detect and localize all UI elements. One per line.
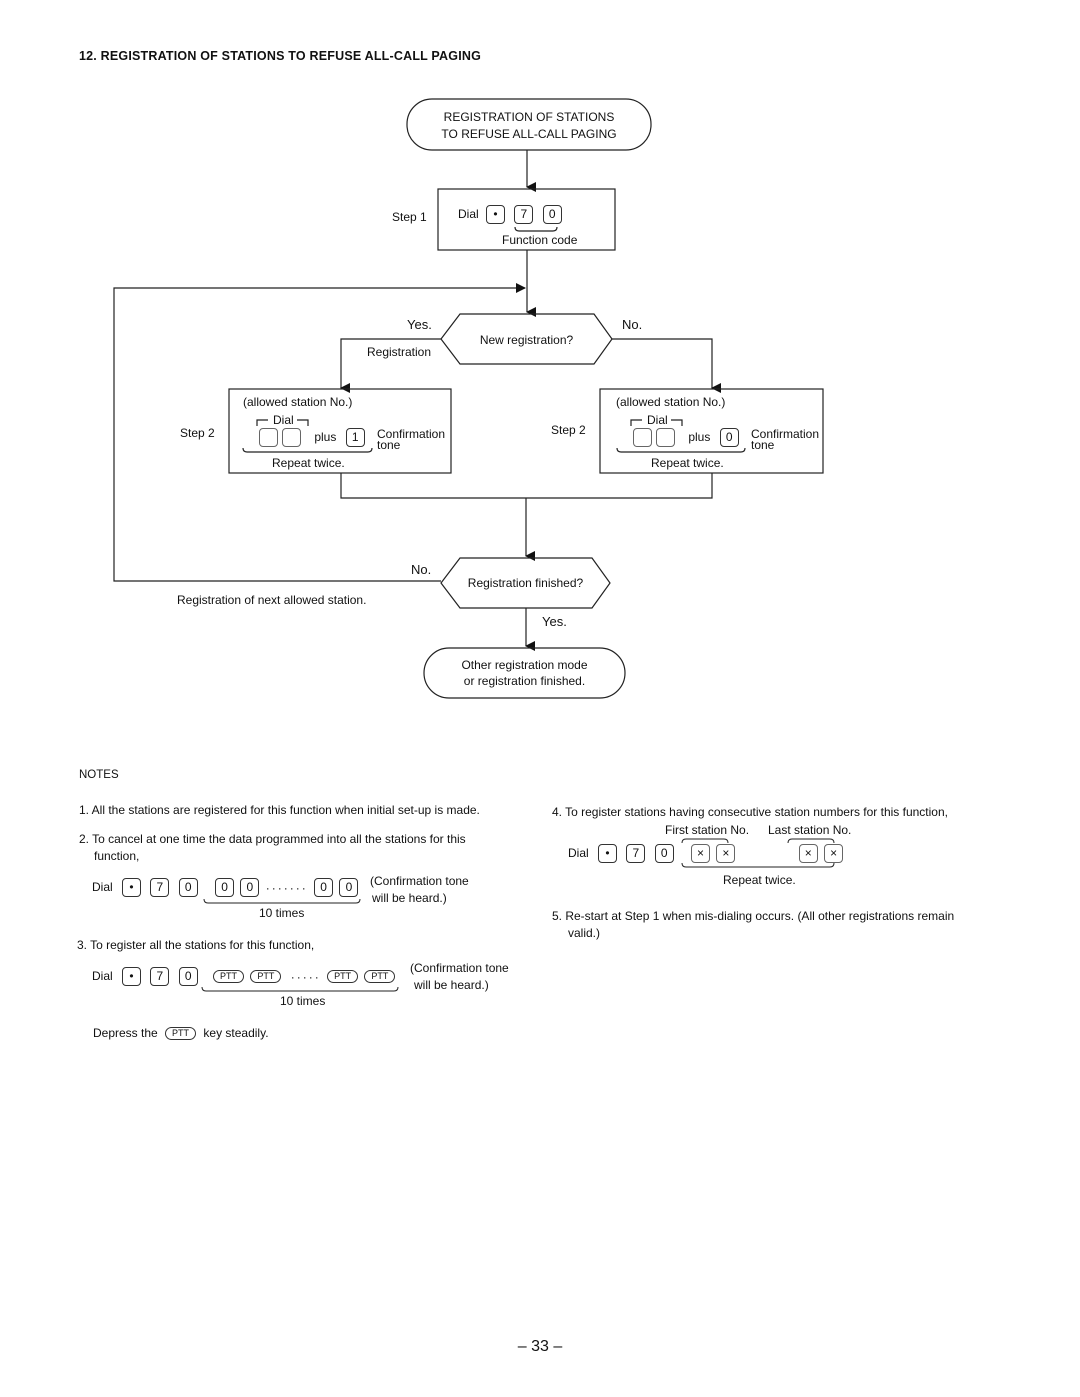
note-3-tone-line1: (Confirmation tone bbox=[410, 961, 509, 975]
key-0: 0 bbox=[314, 878, 334, 897]
station-digit-key: × bbox=[691, 844, 711, 863]
note-1: 1. All the stations are registered for t… bbox=[79, 803, 480, 817]
plus-label: plus bbox=[314, 429, 337, 444]
dial-label: Dial bbox=[92, 879, 113, 894]
blank-key bbox=[259, 428, 278, 447]
key-7: 7 bbox=[514, 205, 534, 224]
key-star: • bbox=[122, 967, 142, 986]
step2-right-label: Step 2 bbox=[551, 423, 586, 437]
note-3: 3. To register all the stations for this… bbox=[77, 938, 315, 952]
start-terminal-line1: REGISTRATION OF STATIONS bbox=[443, 110, 615, 124]
note-3-dial-sequence: Dial • 7 0 PTT PTT ····· PTT PTT bbox=[92, 967, 398, 986]
step1-label: Step 1 bbox=[392, 210, 427, 224]
key-0: 0 bbox=[178, 967, 198, 986]
key-7: 7 bbox=[150, 967, 170, 986]
key-0: 0 bbox=[654, 844, 674, 863]
notes-heading: NOTES bbox=[79, 769, 119, 781]
step2-left-label: Step 2 bbox=[180, 426, 215, 440]
repeat-twice-label: Repeat twice. bbox=[272, 456, 345, 470]
ptt-key: PTT bbox=[213, 970, 245, 983]
ellipsis: ······· bbox=[265, 880, 308, 895]
decision2-no: No. bbox=[411, 562, 432, 577]
depress-text: key steadily. bbox=[203, 1026, 269, 1040]
decision1-no: No. bbox=[622, 317, 643, 332]
step2-left-header: (allowed station No.) bbox=[243, 395, 353, 409]
ptt-key: PTT bbox=[327, 970, 359, 983]
dial-label: Dial bbox=[458, 206, 479, 221]
note-4-last-station: Last station No. bbox=[768, 823, 852, 837]
step1-dial-sequence: Dial • 7 0 bbox=[458, 205, 568, 224]
ellipsis: ····· bbox=[290, 969, 321, 984]
blank-key bbox=[656, 428, 675, 447]
registration-branch-label: Registration bbox=[367, 345, 432, 359]
step2-right-dial: Dial bbox=[647, 413, 668, 427]
note-4: 4. To register stations having consecuti… bbox=[552, 805, 948, 819]
key-7: 7 bbox=[626, 844, 646, 863]
confirmation-tone-line2: tone bbox=[751, 438, 775, 452]
end-terminal-line1: Other registration mode bbox=[461, 658, 588, 672]
step2-left-dial: Dial bbox=[273, 413, 294, 427]
decision1-yes: Yes. bbox=[407, 317, 432, 332]
dial-label: Dial bbox=[92, 968, 113, 983]
key-0: 0 bbox=[542, 205, 562, 224]
note-2-tone-line2: will be heard.) bbox=[372, 891, 447, 905]
key-star: • bbox=[122, 878, 142, 897]
note-2-times: 10 times bbox=[259, 906, 305, 920]
key-7: 7 bbox=[150, 878, 170, 897]
page-number: – 33 – bbox=[517, 1338, 563, 1355]
decision1-text: New registration? bbox=[479, 333, 574, 347]
station-digit-key: × bbox=[798, 844, 818, 863]
function-code-caption: Function code bbox=[502, 233, 578, 247]
key-0: 0 bbox=[240, 878, 260, 897]
note-5-line1: 5. Re-start at Step 1 when mis-dialing o… bbox=[552, 909, 955, 923]
key-0: 0 bbox=[719, 428, 739, 447]
station-digit-key: × bbox=[716, 844, 736, 863]
note-2-line1: 2. To cancel at one time the data progra… bbox=[79, 832, 466, 846]
dial-label: Dial bbox=[568, 845, 589, 860]
plus-label: plus bbox=[688, 429, 711, 444]
confirmation-tone-line2: tone bbox=[377, 438, 401, 452]
depress-text: Depress the bbox=[93, 1026, 158, 1040]
key-star: • bbox=[486, 205, 506, 224]
note-3-times: 10 times bbox=[280, 994, 326, 1008]
step2-right-header: (allowed station No.) bbox=[616, 395, 726, 409]
step2-right-keys: plus 0 bbox=[633, 428, 745, 447]
note-4-dial-sequence: Dial • 7 0 × × × × bbox=[568, 844, 849, 863]
ptt-key: PTT bbox=[364, 970, 396, 983]
blank-key bbox=[282, 428, 301, 447]
station-digit-key: × bbox=[824, 844, 844, 863]
end-terminal-line2: or registration finished. bbox=[463, 674, 586, 688]
key-0: 0 bbox=[339, 878, 359, 897]
ptt-key: PTT bbox=[250, 970, 282, 983]
note-3-depress: Depress the PTT key steadily. bbox=[93, 1026, 269, 1041]
note-2-dial-sequence: Dial • 7 0 0 0 ······· 0 0 bbox=[92, 878, 364, 897]
step2-left-keys: plus 1 bbox=[259, 428, 371, 447]
note-4-repeat: Repeat twice. bbox=[723, 873, 796, 887]
blank-key bbox=[633, 428, 652, 447]
note-3-tone-line2: will be heard.) bbox=[414, 978, 489, 992]
note-2-tone-line1: (Confirmation tone bbox=[370, 874, 469, 888]
end-terminal bbox=[423, 647, 626, 699]
decision2-yes: Yes. bbox=[542, 614, 567, 629]
start-terminal-line2: TO REFUSE ALL-CALL PAGING bbox=[441, 127, 617, 141]
ptt-key: PTT bbox=[165, 1027, 197, 1041]
note-2-line2: function, bbox=[94, 849, 140, 863]
key-0: 0 bbox=[215, 878, 235, 897]
key-0: 0 bbox=[178, 878, 198, 897]
repeat-twice-label: Repeat twice. bbox=[651, 456, 724, 470]
note-5-line2: valid.) bbox=[568, 926, 601, 940]
key-star: • bbox=[598, 844, 618, 863]
next-station-branch-label: Registration of next allowed station. bbox=[177, 593, 367, 607]
start-terminal bbox=[406, 98, 652, 151]
key-1: 1 bbox=[345, 428, 365, 447]
note-4-first-station: First station No. bbox=[665, 823, 750, 837]
decision2-text: Registration finished? bbox=[467, 576, 584, 590]
